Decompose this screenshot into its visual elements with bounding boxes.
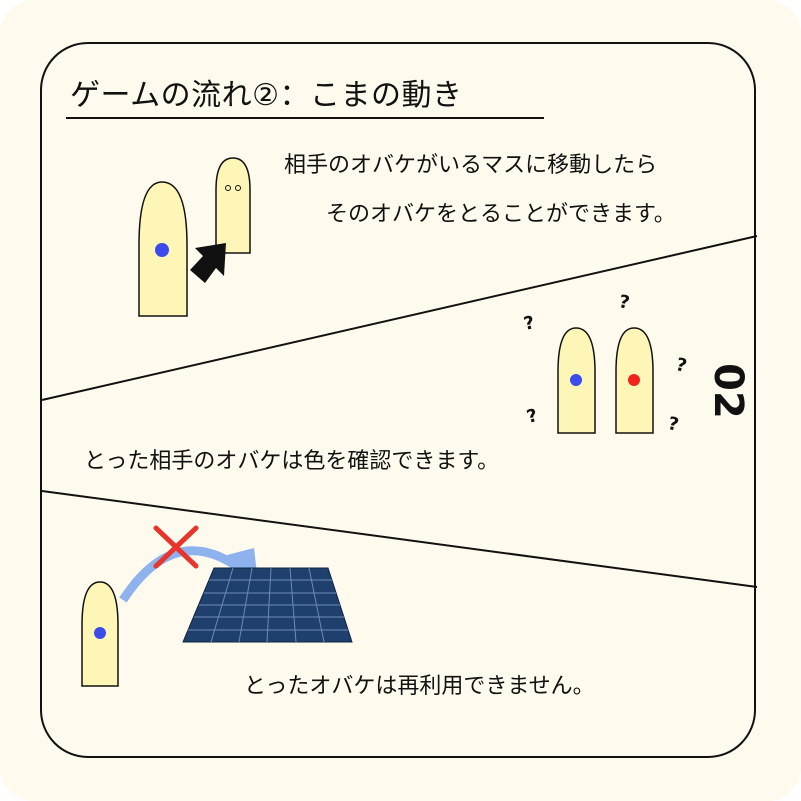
page-code: 02 xyxy=(705,363,751,419)
page-title: ゲームの流れ②：こまの動き xyxy=(70,78,463,113)
black-arrow-icon xyxy=(190,243,226,283)
red-dot xyxy=(628,374,640,386)
ghost-piece-opponent xyxy=(215,157,251,254)
blue-dot xyxy=(570,374,582,386)
board-image xyxy=(182,567,353,643)
step1-text-line2: そのオバケをとることができます。 xyxy=(326,202,676,227)
blue-dot xyxy=(94,627,106,639)
step3-text: とったオバケは再利用できません。 xyxy=(244,674,595,699)
title-underline xyxy=(66,117,544,119)
step2-text: とった相手のオバケは色を確認できます。 xyxy=(84,449,500,474)
step1-text-line1: 相手のオバケがいるマスに移動したら xyxy=(284,153,658,178)
blue-dot xyxy=(155,243,169,257)
